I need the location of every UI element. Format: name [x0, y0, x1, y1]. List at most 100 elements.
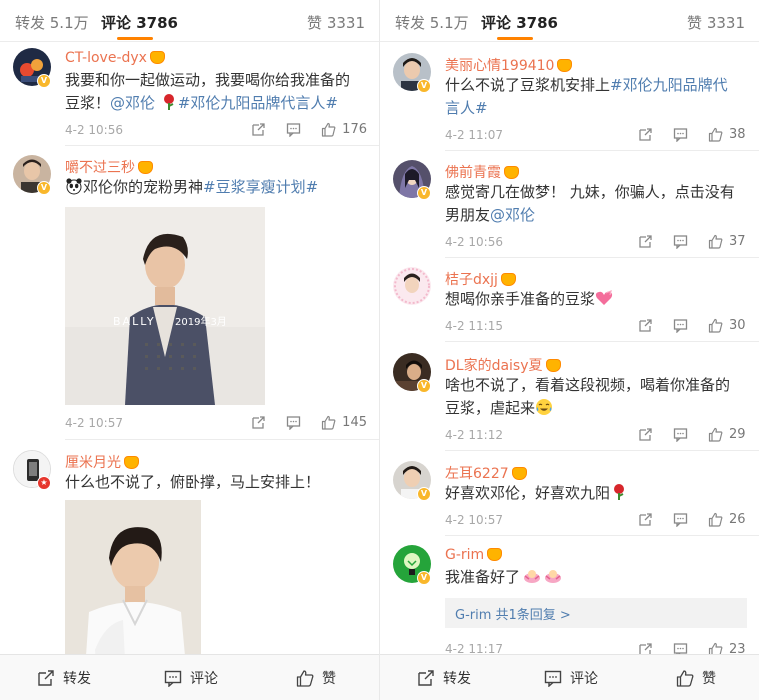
tab-bar: 转发 5.1万 评论 3786 赞 3331 — [0, 0, 379, 42]
verified-badge-icon: V — [37, 181, 51, 195]
like-count: 37 — [729, 233, 746, 249]
comment-text: 啥也不说了，看着这段视频，喝着你准备的豆浆，虐起来 — [445, 374, 741, 420]
comment-text-plain: 想喝你亲手准备的豆浆 — [445, 290, 596, 308]
thumbs-up-icon[interactable] — [708, 427, 723, 442]
comment-icon[interactable] — [286, 122, 301, 137]
comment-button[interactable]: 评论 — [164, 668, 218, 688]
comment-photo[interactable]: BALLY 2019年3月 — [65, 207, 265, 405]
username-text[interactable]: 美丽心情199410 — [445, 58, 554, 74]
repost-button[interactable]: 转发 — [37, 668, 91, 688]
bottom-action-bar: 转发 评论 赞 — [0, 654, 379, 700]
comment-panel-left: 转发 5.1万 评论 3786 赞 3331 V CT-love-dyx 我要和… — [0, 0, 379, 700]
photo-date-text: 2019年3月 — [175, 315, 227, 328]
comment-username[interactable]: 桔子dxjj — [445, 269, 516, 289]
comment-actions: 38 — [638, 125, 747, 143]
verified-badge-icon: V — [417, 571, 431, 585]
hashtag-link[interactable]: #邓伦九阳品牌代言人# — [178, 94, 338, 112]
comment-panel-right: 转发 5.1万 评论 3786 赞 3331 V 美丽心情199410 什么不说… — [380, 0, 759, 700]
repost-label[interactable]: 转发 — [63, 668, 91, 688]
username-text[interactable]: 嚼不过三秒 — [65, 160, 135, 176]
tab-repost[interactable]: 转发 5.1万 — [15, 12, 89, 33]
comment-text: 我准备好了 — [445, 566, 741, 589]
heart-emoji-icon — [595, 290, 613, 305]
thumbs-up-icon[interactable] — [708, 512, 723, 527]
mention-link[interactable]: @邓伦 — [490, 206, 535, 224]
comment-icon[interactable] — [673, 318, 688, 333]
avatar[interactable] — [393, 267, 431, 305]
username-text[interactable]: 厘米月光 — [65, 455, 121, 471]
username-text[interactable]: DL家的daisy夏 — [445, 358, 543, 374]
comment-text: 我要和你一起做运动，我要喝你给我准备的豆浆！@邓伦 #邓伦九阳品牌代言人# — [65, 69, 361, 115]
tab-repost[interactable]: 转发 5.1万 — [395, 12, 469, 33]
comment-icon[interactable] — [286, 415, 301, 430]
comment-username[interactable]: DL家的daisy夏 — [445, 355, 561, 375]
share-icon[interactable] — [638, 512, 653, 527]
comment-time: 4-2 10:56 — [445, 235, 503, 249]
share-icon — [418, 670, 434, 686]
hashtag-link[interactable]: #豆浆享瘦计划# — [203, 178, 318, 196]
username-text[interactable]: G-rim — [445, 547, 484, 563]
share-icon[interactable] — [638, 127, 653, 142]
comment-text: 想喝你亲手准备的豆浆 — [445, 288, 741, 311]
verified-badge-icon: ★ — [37, 476, 51, 490]
share-icon[interactable] — [638, 234, 653, 249]
username-text[interactable]: 左耳6227 — [445, 466, 509, 482]
like-count: 176 — [342, 121, 367, 137]
share-icon — [38, 670, 54, 686]
comment-time: 4-2 11:07 — [445, 128, 503, 142]
comment-time: 4-2 10:56 — [65, 123, 123, 137]
username-text[interactable]: 佛前青霞 — [445, 165, 501, 181]
tab-like[interactable]: 赞 3331 — [307, 12, 365, 33]
share-icon[interactable] — [638, 318, 653, 333]
laugh-cry-emoji-icon — [536, 399, 553, 415]
comment-text-plain: 我准备好了 — [445, 568, 521, 586]
comment-username[interactable]: 佛前青霞 — [445, 162, 519, 182]
like-button[interactable]: 赞 — [676, 668, 716, 688]
comment-icon[interactable] — [673, 427, 688, 442]
comment-username[interactable]: G-rim — [445, 547, 503, 563]
thumbs-up-icon[interactable] — [321, 415, 336, 430]
reply-summary-link[interactable]: G-rim 共1条回复 > — [445, 598, 747, 628]
like-count: 26 — [729, 511, 746, 527]
crown-icon — [149, 51, 165, 64]
comment-text-plain: 感觉寄几在做梦！ 九妹，你骗人，点击没有男朋友 — [445, 183, 735, 224]
share-icon[interactable] — [251, 122, 266, 137]
share-icon[interactable] — [251, 415, 266, 430]
comment-text-plain: 邓伦你的宠粉男神 — [83, 178, 204, 196]
comment-icon[interactable] — [673, 127, 688, 142]
comment-username[interactable]: 美丽心情199410 — [445, 55, 573, 75]
tab-like[interactable]: 赞 3331 — [687, 12, 745, 33]
comment-text-plain: 什么不说了豆浆机安排上 — [445, 76, 611, 94]
username-text[interactable]: 桔子dxjj — [445, 272, 498, 288]
comment-time: 4-2 10:57 — [65, 416, 123, 430]
repost-label[interactable]: 转发 — [443, 668, 471, 688]
rose-emoji-icon — [163, 94, 174, 110]
comment-username[interactable]: 嚼不过三秒 — [65, 157, 153, 177]
thumbs-up-icon[interactable] — [321, 122, 336, 137]
share-icon[interactable] — [638, 427, 653, 442]
like-button[interactable]: 赞 — [296, 668, 336, 688]
crown-icon — [124, 456, 139, 469]
like-label[interactable]: 赞 — [702, 668, 716, 688]
comment-time: 4-2 10:57 — [445, 513, 503, 527]
mention-link[interactable]: @邓伦 — [110, 94, 155, 112]
comment-label[interactable]: 评论 — [190, 668, 218, 688]
comment-button[interactable]: 评论 — [544, 668, 598, 688]
repost-button[interactable]: 转发 — [417, 668, 471, 688]
comment-username[interactable]: 左耳6227 — [445, 463, 527, 483]
verified-badge-icon: V — [37, 74, 51, 88]
thumbs-up-icon[interactable] — [708, 234, 723, 249]
thumbs-up-icon[interactable] — [708, 127, 723, 142]
like-label[interactable]: 赞 — [322, 668, 336, 688]
comment-username[interactable]: CT-love-dyx — [65, 50, 165, 66]
crown-icon — [557, 59, 573, 72]
username-text[interactable]: CT-love-dyx — [65, 50, 147, 66]
comment-username[interactable]: 厘米月光 — [65, 452, 139, 472]
comment-text-plain: 啥也不说了，看着这段视频，喝着你准备的豆浆，虐起来 — [445, 376, 731, 417]
comment-icon[interactable] — [673, 234, 688, 249]
verified-badge-icon: V — [417, 487, 431, 501]
comment-actions: 37 — [638, 232, 747, 250]
comment-label[interactable]: 评论 — [570, 668, 598, 688]
comment-icon[interactable] — [673, 512, 688, 527]
thumbs-up-icon[interactable] — [708, 318, 723, 333]
